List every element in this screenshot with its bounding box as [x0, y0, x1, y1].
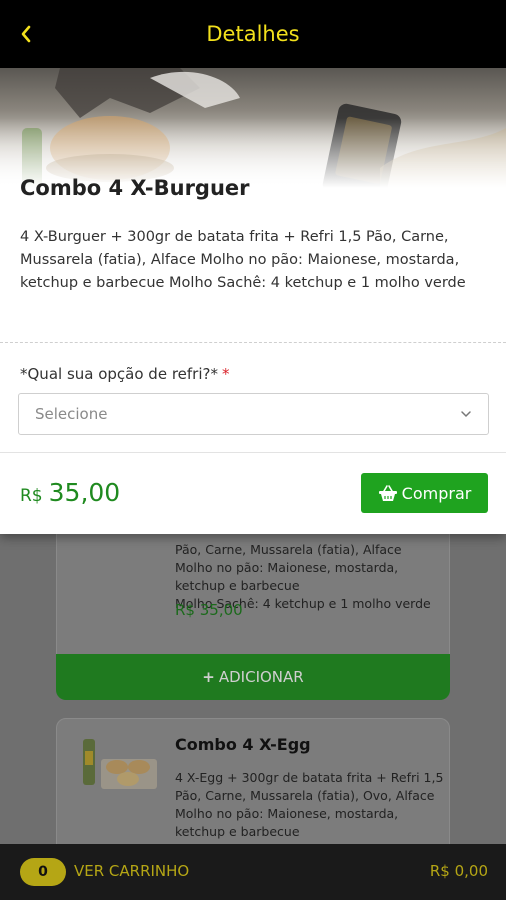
- view-cart-label[interactable]: VER CARRINHO: [74, 862, 189, 880]
- price-currency: R$: [20, 486, 43, 506]
- chevron-left-icon: [21, 25, 31, 43]
- list-item-description: 4 X-Egg + 300gr de batata frita + Refri …: [175, 770, 444, 839]
- product-price: R$ 35,00: [20, 478, 120, 507]
- footer-divider: [0, 452, 506, 453]
- add-button[interactable]: + ADICIONAR: [56, 654, 450, 700]
- list-item[interactable]: Combo 4 X-Egg 4 X-Egg + 300gr de batata …: [56, 718, 450, 844]
- cart-count-badge: 0: [20, 858, 66, 886]
- option-label: *Qual sua opção de refri?* *: [20, 365, 230, 383]
- product-name: Combo 4 X-Burguer: [20, 176, 250, 200]
- list-item-name: Combo 4 X-Egg: [175, 735, 311, 754]
- app-header: Detalhes: [0, 0, 506, 68]
- back-button[interactable]: [14, 20, 38, 48]
- list-item-price: R$ 35,00: [175, 601, 243, 619]
- chevron-down-icon: [461, 411, 471, 418]
- product-details-sheet: Combo 4 X-Burguer 4 X-Burguer + 300gr de…: [0, 68, 506, 534]
- shopping-basket-icon: [378, 485, 397, 501]
- page-title: Detalhes: [206, 22, 300, 46]
- plus-icon: +: [202, 668, 215, 686]
- combo-image-icon: [83, 739, 157, 789]
- section-divider: [0, 342, 506, 343]
- buy-button[interactable]: Comprar: [361, 473, 488, 513]
- product-hero-image: [0, 68, 506, 188]
- cart-bar[interactable]: 0 VER CARRINHO R$ 0,00: [0, 844, 506, 900]
- required-mark: *: [221, 365, 230, 383]
- price-value: 35,00: [48, 478, 121, 507]
- soda-option-select[interactable]: Selecione: [18, 393, 489, 435]
- cart-total: R$ 0,00: [429, 862, 488, 880]
- background-product-list: Pão, Carne, Mussarela (fatia), Alface Mo…: [0, 534, 506, 844]
- product-description: 4 X-Burguer + 300gr de batata frita + Re…: [20, 229, 466, 291]
- select-placeholder: Selecione: [35, 405, 108, 423]
